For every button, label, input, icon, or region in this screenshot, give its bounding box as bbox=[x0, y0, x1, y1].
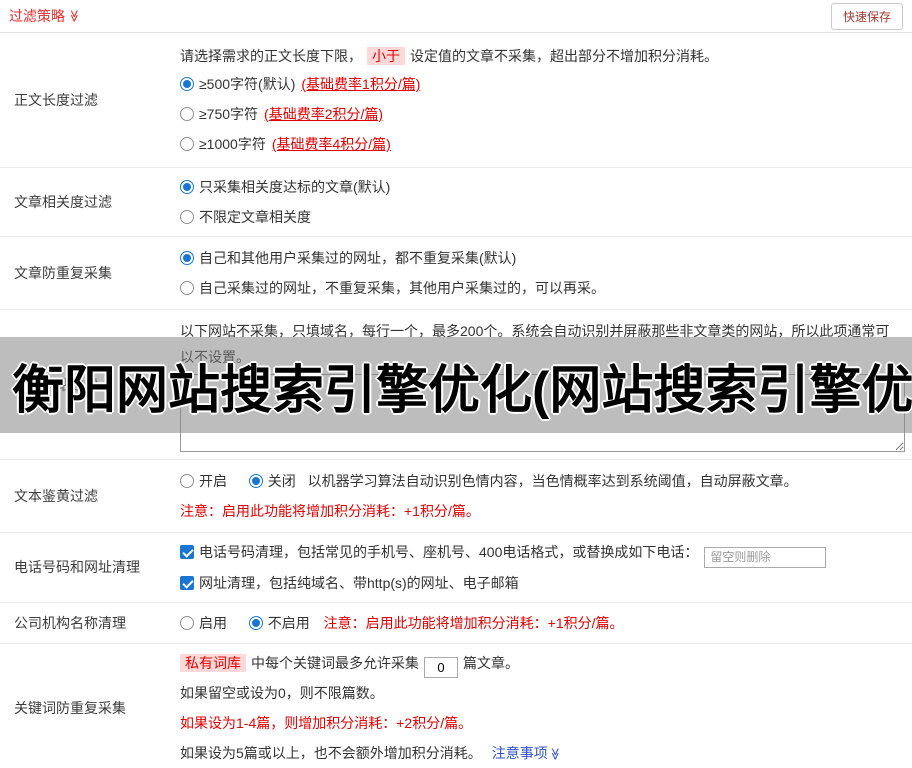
quick-save-button[interactable]: 快速保存 bbox=[830, 2, 903, 30]
row-phone-url-clean: 电话号码和网址清理 电话号码清理，包括常见的手机号、座机号、400电话格式，或替… bbox=[0, 533, 912, 603]
replacement-phone-input[interactable] bbox=[704, 546, 827, 568]
option-label: 开启 bbox=[199, 473, 227, 489]
dedupe-option-all-users[interactable]: 自己和其他用户采集过的网址，都不重复采集(默认) bbox=[180, 243, 905, 273]
radio-porn-off[interactable] bbox=[248, 474, 263, 488]
less-than-highlight: 小于 bbox=[367, 47, 405, 65]
keyword-limit-note-5plus: 如果设为5篇或以上，也不会额外增加积分消耗。 注意事项≫ bbox=[180, 738, 905, 768]
row-label: 正文长度过滤 bbox=[0, 33, 180, 167]
keyword-count-input[interactable] bbox=[424, 656, 458, 678]
option-label: 关闭 bbox=[267, 473, 296, 489]
row-content-length-filter: 正文长度过滤 请选择需求的正文长度下限， 小于 设定值的文章不采集，超出部分不增加积… bbox=[0, 33, 912, 168]
row-dedupe-filter: 文章防重复采集 自己和其他用户采集过的网址，都不重复采集(默认) 自己采集过的网… bbox=[0, 237, 912, 310]
company-option-off[interactable]: 不启用 bbox=[248, 614, 310, 631]
row-porn-filter: 文本鉴黄过滤 开启 关闭 以机器学习算法自动识别色情内容，当色情概率达到系统阈值… bbox=[0, 460, 912, 533]
option-label: 不启用 bbox=[267, 614, 310, 631]
chevron-down-icon: ≫ bbox=[67, 9, 82, 23]
section-label: 目标网站过滤 bbox=[14, 376, 98, 393]
option-label: ≥1000字符 bbox=[199, 136, 266, 152]
limit-text-after: 篇文章。 bbox=[463, 654, 519, 671]
radio-length-750[interactable] bbox=[180, 107, 194, 121]
option-label: 自己和其他用户采集过的网址，都不重复采集(默认) bbox=[199, 250, 517, 266]
fee-note: (基础费率4积分/篇) bbox=[271, 136, 391, 152]
page-title[interactable]: 过滤策略 ≫ bbox=[9, 6, 81, 26]
dedupe-option-self-only[interactable]: 自己采集过的网址，不重复采集，其他用户采集过的，可以再采。 bbox=[180, 273, 905, 303]
row-keyword-limit: 关键词防重复采集 私有词库中每个关键词最多允许采集 篇文章。 如果留空或设为0，则… bbox=[0, 644, 912, 768]
relevance-option-any[interactable]: 不限定文章相关度 bbox=[180, 202, 905, 232]
section-label: 文章相关度过滤 bbox=[14, 194, 112, 210]
fee-note: (基础费率2积分/篇) bbox=[264, 106, 384, 122]
radio-company-on[interactable] bbox=[180, 615, 194, 630]
notice-link-text: 注意事项 bbox=[491, 744, 548, 761]
company-clean-options: 启用 不启用 注意：启用此功能将增加积分消耗：+1积分/篇。 bbox=[180, 608, 905, 638]
chevron-down-icon: ≫ bbox=[548, 747, 563, 760]
length-option-750[interactable]: ≥750字符 (基础费率2积分/篇) bbox=[180, 99, 905, 129]
option-label: 网址清理，包括纯域名、带http(s)的网址、电子邮箱 bbox=[199, 574, 519, 591]
keyword-limit-note-zero: 如果留空或设为0，则不限篇数。 bbox=[180, 684, 384, 701]
relevance-option-strict[interactable]: 只采集相关度达标的文章(默认) bbox=[180, 172, 905, 202]
section-label: 电话号码和网址清理 bbox=[14, 559, 140, 576]
company-option-on[interactable]: 启用 bbox=[180, 615, 227, 631]
site-filter-desc: 以下网站不采集，只填域名，每行一个，最多200个。系统会自动识别并屏蔽那些非文章… bbox=[180, 323, 890, 365]
topbar: 过滤策略 ≫ 快速保存 bbox=[0, 0, 912, 33]
porn-filter-desc: 以机器学习算法自动识别色情内容，当色情概率达到系统阈值，自动屏蔽文章。 bbox=[307, 473, 798, 489]
option-label: ≥750字符 bbox=[199, 106, 259, 122]
row-label: 电话号码和网址清理 bbox=[0, 533, 180, 602]
radio-length-1000[interactable] bbox=[180, 137, 194, 151]
option-label: 电话号码清理，包括常见的手机号、座机号、400电话格式，或替换成如下电话： bbox=[199, 544, 699, 560]
company-clean-note: 注意：启用此功能将增加积分消耗：+1积分/篇。 bbox=[323, 614, 624, 631]
length-option-500[interactable]: ≥500字符(默认) (基础费率1积分/篇) bbox=[180, 69, 905, 99]
section-label: 关键词防重复采集 bbox=[14, 699, 126, 716]
length-option-1000[interactable]: ≥1000字符 (基础费率4积分/篇) bbox=[180, 129, 905, 159]
porn-option-on[interactable]: 开启 bbox=[180, 473, 227, 489]
checkbox-url-clean[interactable] bbox=[180, 575, 194, 590]
row-label: 关键词防重复采集 bbox=[0, 644, 180, 768]
porn-filter-note: 注意：启用此功能将增加积分消耗：+1积分/篇。 bbox=[180, 503, 480, 519]
option-label: 只采集相关度达标的文章(默认) bbox=[199, 179, 391, 195]
option-label: 不限定文章相关度 bbox=[199, 209, 311, 225]
radio-dedupe-all[interactable] bbox=[180, 251, 194, 265]
row-label: 公司机构名称清理 bbox=[0, 603, 180, 643]
porn-option-off[interactable]: 关闭 bbox=[248, 473, 296, 489]
phone-clean-option[interactable]: 电话号码清理，包括常见的手机号、座机号、400电话格式，或替换成如下电话： bbox=[180, 537, 905, 568]
option-label: 启用 bbox=[199, 614, 227, 631]
radio-dedupe-self[interactable] bbox=[180, 281, 194, 295]
private-lexicon-highlight: 私有词库 bbox=[180, 653, 246, 672]
length-intro: 请选择需求的正文长度下限， 小于 设定值的文章不采集，超出部分不增加积分消耗。 bbox=[180, 43, 905, 69]
row-relevance-filter: 文章相关度过滤 只采集相关度达标的文章(默认) 不限定文章相关度 bbox=[0, 168, 912, 237]
row-site-filter: 目标网站过滤 以下网站不采集，只填域名，每行一个，最多200个。系统会自动识别并… bbox=[0, 310, 912, 460]
option-label: ≥500字符(默认) bbox=[199, 76, 296, 92]
row-label: 目标网站过滤 bbox=[0, 310, 180, 459]
radio-porn-on[interactable] bbox=[180, 474, 194, 488]
notice-link[interactable]: 注意事项≫ bbox=[492, 745, 562, 761]
section-label: 文本鉴黄过滤 bbox=[14, 488, 98, 504]
radio-length-500[interactable] bbox=[180, 77, 194, 91]
page-title-text: 过滤策略 bbox=[9, 8, 65, 24]
keyword-limit-note-1-4: 如果设为1-4篇，则增加积分消耗：+2积分/篇。 bbox=[180, 714, 473, 731]
intro-text: 请选择需求的正文长度下限， bbox=[180, 48, 362, 64]
limit-text: 中每个关键词最多允许采集 bbox=[251, 654, 419, 671]
row-label: 文章防重复采集 bbox=[0, 237, 180, 309]
fee-note: (基础费率1积分/篇) bbox=[301, 76, 421, 92]
checkbox-phone-clean[interactable] bbox=[180, 545, 194, 559]
keyword-limit-setting: 私有词库中每个关键词最多允许采集 篇文章。 bbox=[180, 648, 905, 678]
site-blocklist-textarea[interactable] bbox=[180, 374, 905, 452]
radio-relevance-any[interactable] bbox=[180, 210, 194, 224]
url-clean-option[interactable]: 网址清理，包括纯域名、带http(s)的网址、电子邮箱 bbox=[180, 568, 905, 598]
section-label: 公司机构名称清理 bbox=[14, 614, 126, 631]
intro-text-after: 设定值的文章不采集，超出部分不增加积分消耗。 bbox=[410, 48, 718, 64]
limit-note-text: 如果设为5篇或以上，也不会额外增加积分消耗。 bbox=[180, 744, 482, 761]
section-label: 正文长度过滤 bbox=[14, 92, 98, 108]
porn-filter-options: 开启 关闭 以机器学习算法自动识别色情内容，当色情概率达到系统阈值，自动屏蔽文章… bbox=[180, 466, 905, 496]
option-label: 自己采集过的网址，不重复采集，其他用户采集过的，可以再采。 bbox=[199, 280, 605, 296]
section-label: 文章防重复采集 bbox=[14, 265, 112, 281]
row-label: 文本鉴黄过滤 bbox=[0, 460, 180, 532]
row-label: 文章相关度过滤 bbox=[0, 168, 180, 236]
radio-relevance-strict[interactable] bbox=[180, 180, 194, 194]
row-company-clean: 公司机构名称清理 启用 不启用 注意：启用此功能将增加积分消耗：+1积分/篇。 bbox=[0, 603, 912, 644]
radio-company-off[interactable] bbox=[248, 615, 263, 630]
